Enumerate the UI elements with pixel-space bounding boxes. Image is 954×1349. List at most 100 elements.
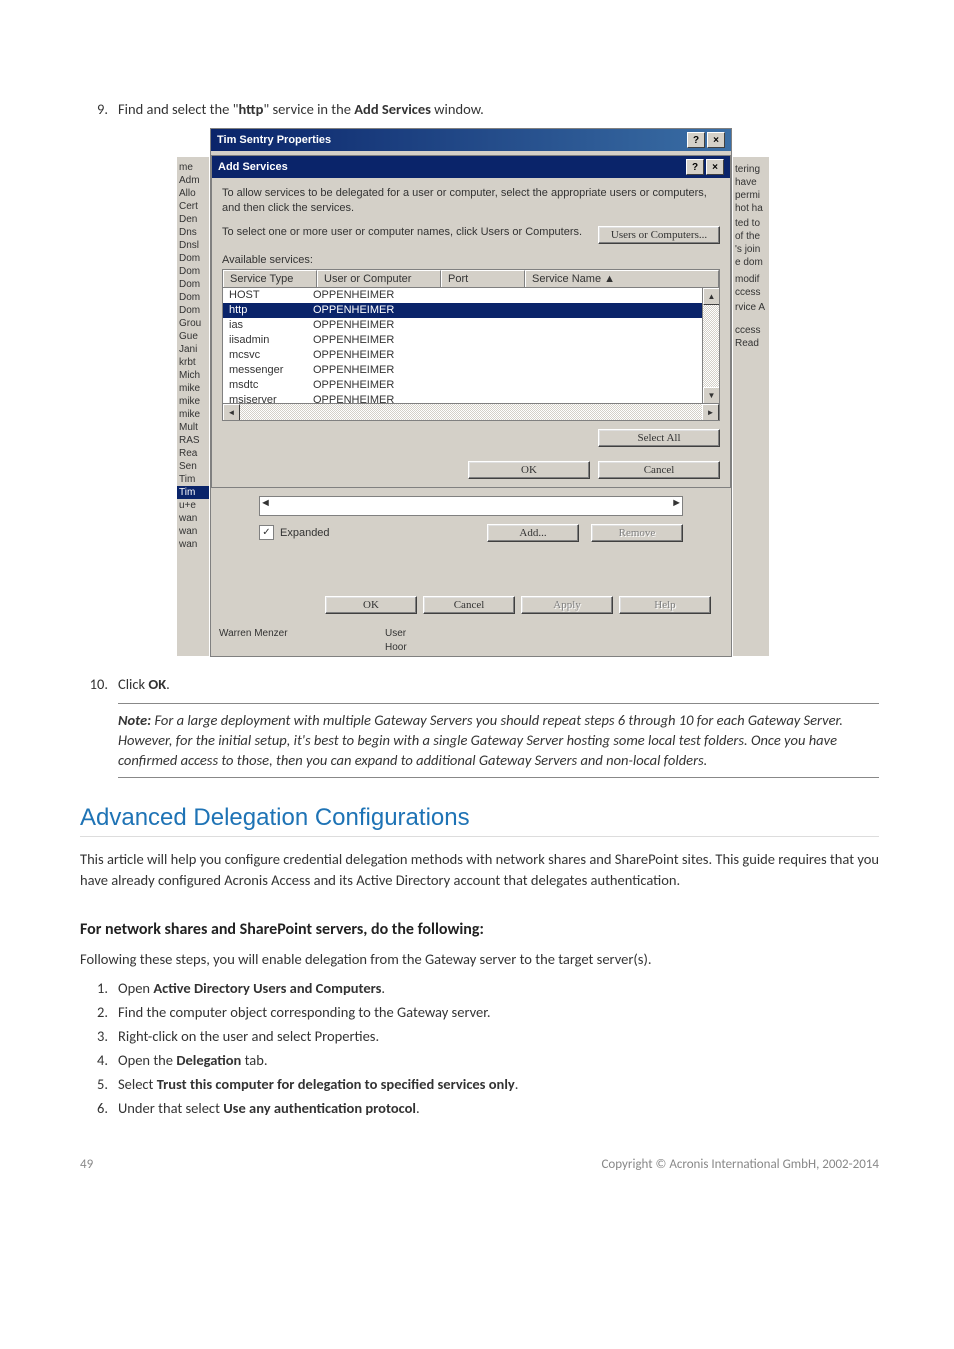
step-9-pre: Find and select the " xyxy=(118,100,238,118)
subsection-heading: For network shares and SharePoint server… xyxy=(80,920,879,939)
note-label: Note: xyxy=(118,711,151,729)
bg-text-fragment: of the xyxy=(733,230,769,243)
scroll-down-icon[interactable]: ▼ xyxy=(703,387,720,404)
col-port[interactable]: Port xyxy=(441,270,525,287)
background-bottom-rows-2: Hoor xyxy=(211,642,731,656)
services-list[interactable]: Service Type User or Computer Port Servi… xyxy=(222,269,720,421)
table-row[interactable]: msdtcOPPENHEIMER xyxy=(223,378,703,393)
bg-text-fragment: ted to xyxy=(733,217,769,230)
bg-text-fragment: Read xyxy=(733,337,769,350)
bg-list-item: Dom xyxy=(177,291,209,304)
add-services-screenshot: meAdmAlloCertDenDnsDnslDomDomDomDomDomGr… xyxy=(210,128,732,657)
bg-list-item: Sen xyxy=(177,460,209,473)
scroll-up-icon[interactable]: ▲ xyxy=(703,288,720,305)
inner-close-icon[interactable]: × xyxy=(706,159,724,175)
bg-list-item: krbt xyxy=(177,356,209,369)
table-row[interactable]: httpOPPENHEIMER xyxy=(223,303,703,318)
step-9-mid: " service in the xyxy=(263,100,354,118)
bg-list-item: Mich xyxy=(177,369,209,382)
users-computers-button[interactable]: Users or Computers... xyxy=(598,226,720,244)
bg-list-item: Dom xyxy=(177,278,209,291)
bg-text-fragment xyxy=(733,362,769,364)
help-icon[interactable]: ? xyxy=(687,132,705,148)
section-intro: This article will help you configure cre… xyxy=(80,849,879,893)
bg-list-item: RAS xyxy=(177,434,209,447)
h-scrollbar[interactable]: ◄ ► xyxy=(223,403,719,420)
table-row[interactable]: mcsvcOPPENHEIMER xyxy=(223,348,703,363)
bg-list-item: wan xyxy=(177,538,209,551)
bg-list-item: Dom xyxy=(177,265,209,278)
step-9: 9. Find and select the "http" service in… xyxy=(80,100,879,118)
bg-list-item: Rea xyxy=(177,447,209,460)
bg-list-item: me xyxy=(177,161,209,174)
list-item: 6. Under that select Use any authenticat… xyxy=(80,1099,879,1117)
list-body: HOSTOPPENHEIMERhttpOPPENHEIMERiasOPPENHE… xyxy=(223,288,703,404)
bg-text-fragment: hot ha xyxy=(733,202,769,215)
step-10-number: 10. xyxy=(80,675,118,693)
copyright: Copyright © Acronis International GmbH, … xyxy=(601,1157,879,1172)
bg-text-fragment: e dom xyxy=(733,256,769,269)
v-scrollbar[interactable]: ▲ ▼ xyxy=(702,288,719,404)
inner-cancel-button[interactable]: Cancel xyxy=(598,461,720,479)
h-scroll-track[interactable] xyxy=(240,404,702,420)
select-all-button[interactable]: Select All xyxy=(598,429,720,447)
background-list-left: meAdmAlloCertDenDnsDnslDomDomDomDomDomGr… xyxy=(177,157,209,656)
bg-list-item: Den xyxy=(177,213,209,226)
bg-list-item: Mult xyxy=(177,421,209,434)
outer-ok-button[interactable]: OK xyxy=(325,596,417,614)
step-9-b2: Add Services xyxy=(354,100,431,118)
sort-asc-icon: ▲ xyxy=(604,273,615,285)
list-item: 2. Find the computer object correspondin… xyxy=(80,1003,879,1021)
table-row[interactable]: iisadminOPPENHEIMER xyxy=(223,333,703,348)
col-service-name[interactable]: Service Name ▲ xyxy=(525,270,719,287)
table-row[interactable]: iasOPPENHEIMER xyxy=(223,318,703,333)
v-scroll-track[interactable] xyxy=(703,305,719,387)
bg-list-item: Tim xyxy=(177,473,209,486)
note-text: For a large deployment with multiple Gat… xyxy=(118,711,843,770)
bg-list-item: Dom xyxy=(177,304,209,317)
scroll-right-icon[interactable]: ► xyxy=(702,404,719,421)
add-button[interactable]: Add... xyxy=(487,524,579,542)
properties-titlebar: Tim Sentry Properties ? × xyxy=(211,129,731,151)
section-heading: Advanced Delegation Configurations xyxy=(80,804,879,837)
close-icon[interactable]: × xyxy=(707,132,725,148)
step-9-text: Find and select the "http" service in th… xyxy=(118,100,879,118)
outer-scroll-left-icon[interactable]: ◄ xyxy=(260,497,271,515)
add-services-title: Add Services xyxy=(218,161,684,173)
bg-list-item: wan xyxy=(177,512,209,525)
properties-title: Tim Sentry Properties xyxy=(217,134,685,146)
outer-cancel-button[interactable]: Cancel xyxy=(423,596,515,614)
bg-text-fragment: rvice A xyxy=(733,301,769,314)
step-9-b1: http xyxy=(238,100,263,118)
table-row[interactable]: messengerOPPENHEIMER xyxy=(223,363,703,378)
remove-button: Remove xyxy=(591,524,683,542)
bg-list-item: wan xyxy=(177,525,209,538)
add-services-titlebar: Add Services ? × xyxy=(212,156,730,178)
expanded-checkbox[interactable]: ✓ Expanded xyxy=(259,525,330,540)
bg-list-item: Dom xyxy=(177,252,209,265)
outer-scroll-right-icon[interactable]: ► xyxy=(671,497,682,515)
list-item: 4. Open the Delegation tab. xyxy=(80,1051,879,1069)
scroll-left-icon[interactable]: ◄ xyxy=(223,404,240,421)
table-row[interactable]: HOSTOPPENHEIMER xyxy=(223,288,703,303)
info-text: To allow services to be delegated for a … xyxy=(222,186,720,216)
outer-small-list[interactable]: ◄ ► xyxy=(259,496,683,516)
bg-list-item: Dnsl xyxy=(177,239,209,252)
inner-help-icon[interactable]: ? xyxy=(686,159,704,175)
select-prompt: To select one or more user or computer n… xyxy=(222,226,588,238)
col-user-computer[interactable]: User or Computer xyxy=(317,270,441,287)
page-number: 49 xyxy=(80,1157,93,1172)
step-10: 10. Click OK. xyxy=(80,675,879,693)
bg-text-fragment: have xyxy=(733,176,769,189)
bg-list-item: Adm xyxy=(177,174,209,187)
page-footer: 49 Copyright © Acronis International Gmb… xyxy=(80,1157,879,1172)
step-9-number: 9. xyxy=(80,100,118,118)
available-label: Available services: xyxy=(222,254,720,266)
bg-row-type-2: Hoor xyxy=(385,642,407,653)
bg-list-item: u+e xyxy=(177,499,209,512)
col-service-type[interactable]: Service Type xyxy=(223,270,317,287)
inner-ok-button[interactable]: OK xyxy=(468,461,590,479)
bg-row-name: Warren Menzer xyxy=(219,628,385,639)
bg-text-fragment: modif xyxy=(733,273,769,286)
bg-list-item: Grou xyxy=(177,317,209,330)
